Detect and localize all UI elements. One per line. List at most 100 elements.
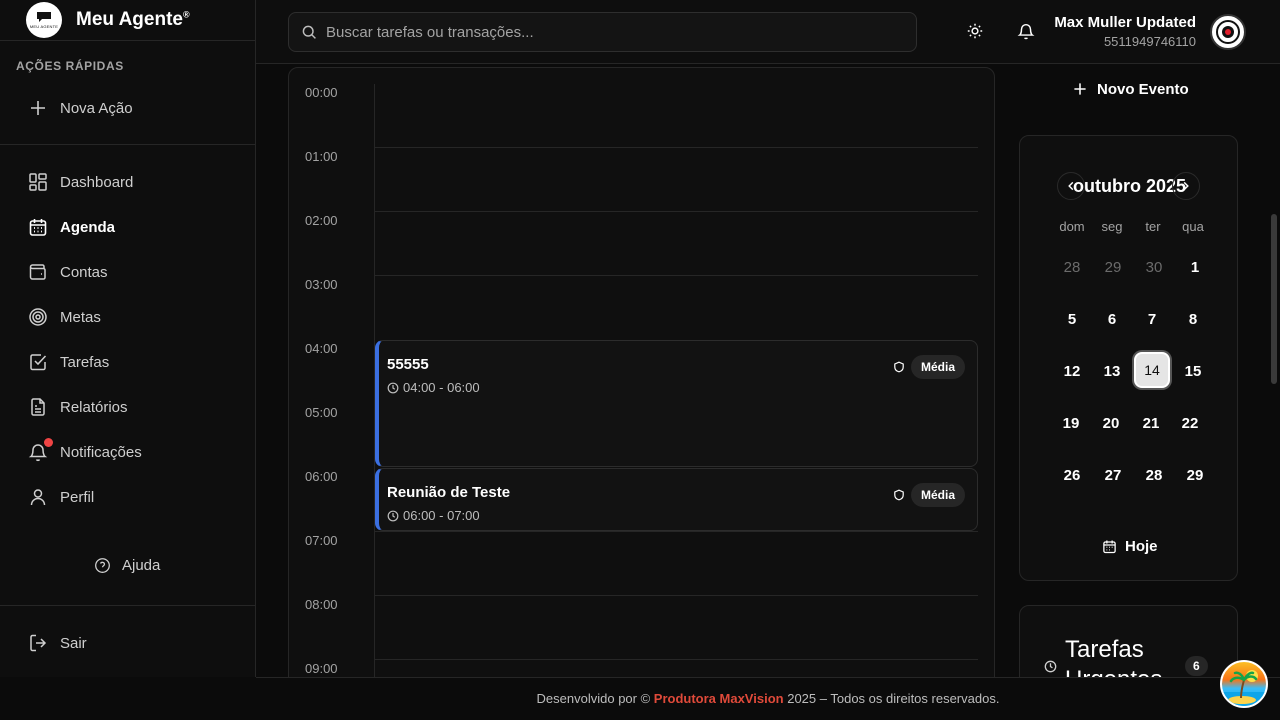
shield-icon [894,361,904,373]
weekday-label: qua [1182,219,1204,234]
search-input[interactable] [326,23,886,41]
section-title: AÇÕES RÁPIDAS [16,59,124,73]
today-button[interactable]: Hoje [1102,538,1158,555]
sidebar-item-label: Perfil [60,488,95,506]
new-event-label: Novo Evento [1097,80,1189,98]
help-icon [95,558,110,573]
palm-beach-icon [1222,670,1266,706]
hour-label: 05:00 [305,405,338,420]
calendar-day[interactable]: 8 [1175,301,1211,337]
chevron-right-icon [1183,181,1189,191]
sidebar-item-relatorios[interactable]: Relatórios [28,392,128,422]
divider [0,144,255,145]
today-label: Hoje [1125,538,1158,555]
calendar-day[interactable]: 1 [1177,249,1213,285]
registered-mark: ® [182,9,190,20]
plus-icon [31,101,45,115]
calendar-day[interactable]: 6 [1094,301,1130,337]
hour-label: 04:00 [305,341,338,356]
calendar-day[interactable]: 28 [1054,249,1090,285]
priority-badge: Média [910,355,965,379]
hour-gridline [375,147,978,148]
bell-icon[interactable] [1017,22,1035,40]
brand: MEU AGENTE Meu Agente® [0,0,255,41]
sidebar-item-label: Agenda [60,218,116,236]
calendar-day[interactable]: 22 [1172,405,1208,441]
sidebar-item-label: Tarefas [60,353,110,371]
calendar-day[interactable]: 27 [1095,457,1131,493]
sidebar-item-tarefas[interactable]: Tarefas [28,347,109,377]
hour-label: 00:00 [305,85,338,100]
event-time: 04:00 - 06:00 [387,380,480,395]
calendar-day[interactable]: 30 [1136,249,1172,285]
calendar-day[interactable]: 28 [1136,457,1172,493]
wallet-icon [29,264,46,280]
sidebar-item-perfil[interactable]: Perfil [28,482,94,512]
user-name: Max Muller Updated [1054,14,1196,31]
sidebar: MEU AGENTE Meu Agente® AÇÕES RÁPIDAS Nov… [0,0,256,677]
sidebar-item-label: Contas [60,263,108,281]
user-icon [30,489,46,506]
footer-company-link[interactable]: Produtora MaxVision [654,691,784,706]
assistant-fab[interactable] [1220,660,1268,708]
theme-toggle-icon[interactable] [966,22,984,40]
page-scrollbar[interactable] [1268,64,1280,677]
calendar-day[interactable]: 15 [1175,353,1211,389]
calendar-icon [1103,540,1116,554]
calendar-day[interactable]: 13 [1094,353,1130,389]
footer-suffix: 2025 – Todos os direitos reservados. [787,691,1000,706]
day-timeline: 00:00 01:00 02:00 03:00 04:00 05:00 06:0… [288,67,995,687]
sidebar-item-notificacoes[interactable]: Notificações [28,437,142,467]
calendar-day[interactable]: 26 [1054,457,1090,493]
dashboard-icon [29,173,47,191]
event-card[interactable]: 55555 04:00 - 06:00 Média [375,340,978,467]
top-header: Max Muller Updated 5511949746110 [256,0,1280,64]
sidebar-item-label: Notificações [60,443,142,461]
hour-gridline [375,531,978,532]
calendar-day[interactable]: 19 [1053,405,1089,441]
next-month-button[interactable] [1172,172,1200,200]
calendar-day[interactable]: 21 [1133,405,1169,441]
sidebar-item-dashboard[interactable]: Dashboard [28,167,133,197]
hour-gridline [375,275,978,276]
event-title: Reunião de Teste [387,484,511,501]
chevron-left-icon [1068,181,1074,191]
hour-gridline [375,595,978,596]
calendar-day[interactable]: 29 [1177,457,1213,493]
event-title: 55555 [387,356,429,373]
calendar-day[interactable]: 12 [1054,353,1090,389]
logout-button[interactable]: Sair [28,628,87,658]
sidebar-item-contas[interactable]: Contas [28,257,108,287]
hour-label: 06:00 [305,469,338,484]
weekday-label: ter [1145,219,1161,234]
avatar[interactable] [1210,14,1246,50]
priority: Média [893,355,965,379]
notification-dot [44,438,53,447]
logout-label: Sair [60,634,87,652]
calendar-day[interactable]: 20 [1093,405,1129,441]
document-icon [31,398,45,416]
brand-logo-text: MEU AGENTE [29,24,59,29]
new-event-button[interactable]: Novo Evento [1073,78,1189,100]
brand-name-text: Meu Agente [76,9,183,30]
help-button[interactable]: Ajuda [94,557,160,574]
calendar-day[interactable]: 29 [1095,249,1131,285]
scrollbar-thumb[interactable] [1271,214,1277,384]
hour-label: 02:00 [305,213,338,228]
event-card[interactable]: Reunião de Teste 06:00 - 07:00 Média [375,468,978,531]
prev-month-button[interactable] [1057,172,1085,200]
calendar-day-today[interactable]: 14 [1134,352,1170,388]
search-bar[interactable] [288,12,917,52]
sidebar-item-agenda[interactable]: Agenda [28,212,115,242]
calendar-month: outubro 2025 [1072,176,1187,196]
checkbox-icon [30,354,47,371]
hour-label: 03:00 [305,277,338,292]
brand-logo[interactable]: MEU AGENTE [26,2,62,38]
new-action-button[interactable]: Nova Ação [28,93,133,123]
calendar-day[interactable]: 7 [1134,301,1170,337]
sidebar-item-metas[interactable]: Metas [28,302,101,332]
weekday-label: dom [1059,219,1085,234]
new-action-label: Nova Ação [60,99,133,117]
calendar-day[interactable]: 5 [1054,301,1090,337]
event-time: 06:00 - 07:00 [387,508,480,523]
